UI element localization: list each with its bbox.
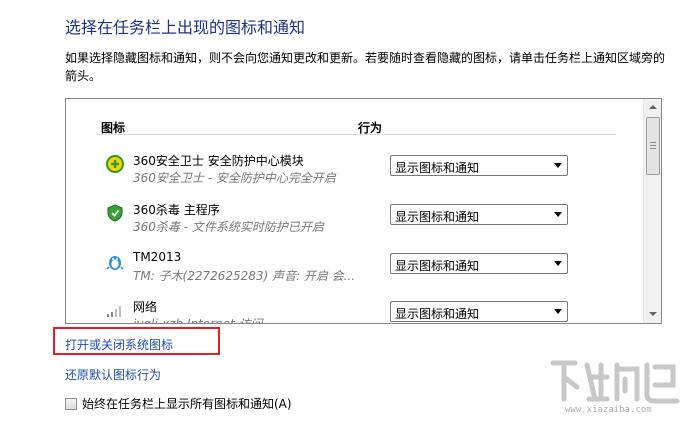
360-safeguard-icon bbox=[106, 155, 124, 173]
row-name: 360安全卫士 安全防护中心模块 bbox=[133, 154, 304, 168]
dropdown-value: 显示图标和通知 bbox=[395, 259, 480, 273]
always-show-checkbox[interactable] bbox=[65, 398, 77, 410]
chevron-down-icon bbox=[554, 212, 562, 217]
vertical-scrollbar[interactable] bbox=[643, 99, 661, 323]
dropdown-value: 显示图标和通知 bbox=[395, 210, 480, 224]
dropdown-value: 显示图标和通知 bbox=[395, 161, 480, 175]
chevron-down-icon bbox=[554, 163, 562, 168]
description-text: 如果选择隐藏图标和通知，则不会向您通知更改和更新。若要随时查看隐藏的图标，请单击… bbox=[65, 51, 666, 83]
table-row: 360杀毒 主程序 360杀毒 - 文件系统实时防护已开启 显示图标和通知 bbox=[101, 198, 581, 242]
behavior-dropdown[interactable]: 显示图标和通知 bbox=[390, 155, 568, 176]
tm-qq-penguin-icon bbox=[106, 256, 124, 270]
row-name: 360杀毒 主程序 bbox=[133, 203, 220, 217]
row-subtitle: 360杀毒 - 文件系统实时防护已开启 bbox=[133, 220, 324, 234]
chevron-down-icon bbox=[554, 309, 562, 314]
row-name: 网络 bbox=[133, 300, 158, 314]
grip-line bbox=[650, 148, 656, 149]
network-signal-icon bbox=[107, 306, 121, 317]
row-name: TM2013 bbox=[133, 250, 182, 264]
grip-line bbox=[650, 145, 656, 146]
always-show-checkbox-label: 始终在任务栏上显示所有图标和通知(A) bbox=[82, 397, 292, 411]
scroll-up-button[interactable] bbox=[644, 99, 661, 116]
table-row: 网络 jyqlj-xzb Internet 访问 显示图标和通知 bbox=[101, 295, 581, 324]
watermark-logo bbox=[550, 360, 680, 404]
restore-default-behavior-link[interactable]: 还原默认图标行为 bbox=[65, 366, 161, 383]
watermark-url: www.xiazaiba.com bbox=[565, 405, 652, 415]
grip-line bbox=[650, 142, 656, 143]
table-row: TM2013 TM: 子木(2272625283) 声音: 开启 会... 显示… bbox=[101, 247, 581, 291]
row-subtitle: TM: 子木(2272625283) 声音: 开启 会... bbox=[133, 269, 356, 283]
icon-list-panel: 图标 行为 360安全卫士 安全防护中心模块 360安全卫士 - 安全防护中心完… bbox=[65, 98, 662, 324]
chevron-down-icon bbox=[554, 261, 562, 266]
table-row: 360安全卫士 安全防护中心模块 360安全卫士 - 安全防护中心完全开启 显示… bbox=[101, 149, 581, 193]
page-title: 选择在任务栏上出现的图标和通知 bbox=[65, 18, 306, 37]
toggle-system-icons-link[interactable]: 打开或关闭系统图标 bbox=[65, 336, 173, 353]
scroll-down-arrow-icon bbox=[649, 312, 657, 316]
header-divider bbox=[96, 134, 616, 135]
scroll-thumb[interactable] bbox=[646, 117, 660, 175]
dropdown-value: 显示图标和通知 bbox=[395, 307, 480, 321]
behavior-dropdown[interactable]: 显示图标和通知 bbox=[390, 204, 568, 225]
scroll-down-button[interactable] bbox=[644, 306, 661, 323]
scroll-up-arrow-icon bbox=[649, 105, 657, 109]
behavior-dropdown[interactable]: 显示图标和通知 bbox=[390, 253, 568, 274]
behavior-dropdown[interactable]: 显示图标和通知 bbox=[390, 301, 568, 322]
row-subtitle: jyqlj-xzb Internet 访问 bbox=[133, 317, 263, 324]
360-antivirus-shield-icon bbox=[107, 204, 123, 222]
row-subtitle: 360安全卫士 - 安全防护中心完全开启 bbox=[133, 171, 336, 185]
